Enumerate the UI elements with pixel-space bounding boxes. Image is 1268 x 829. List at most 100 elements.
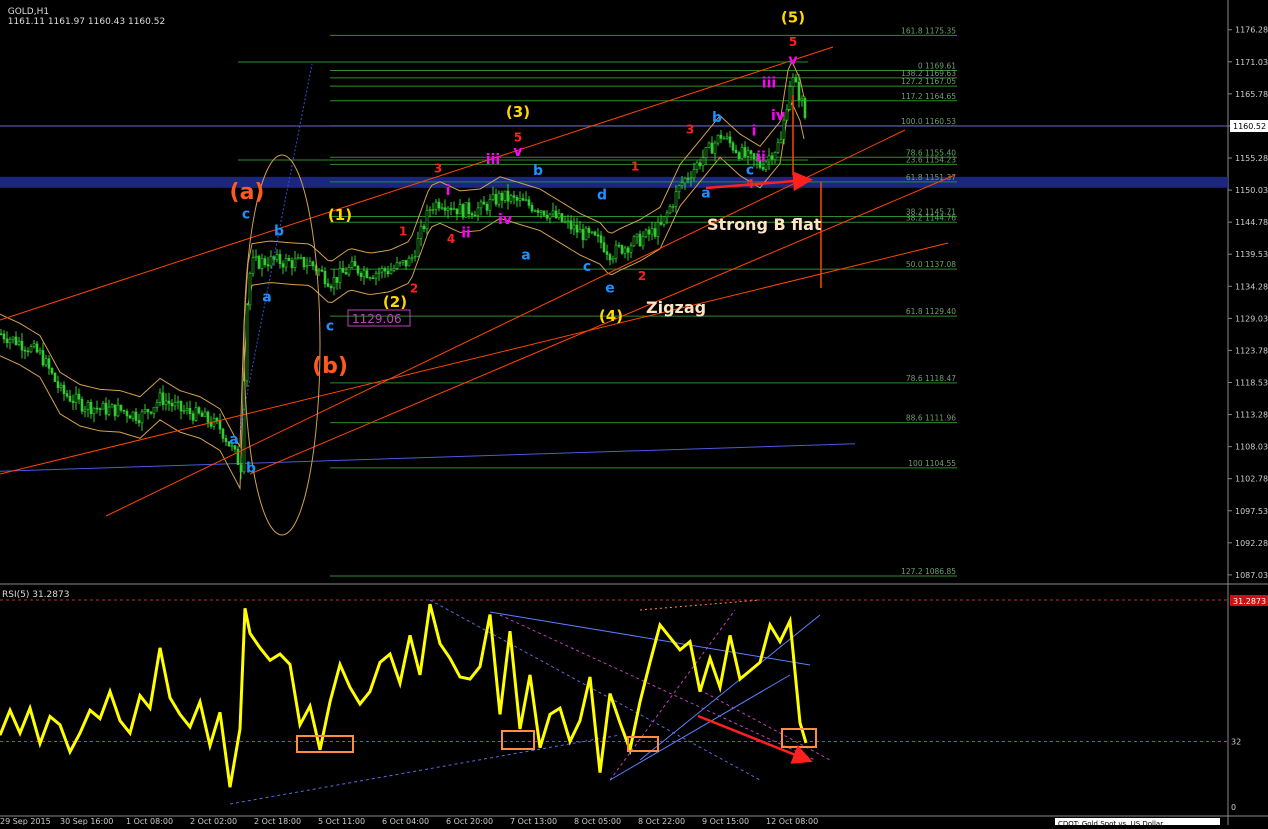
- candle-body: [146, 409, 150, 413]
- candle-body: [734, 149, 738, 153]
- candle-body: [254, 255, 258, 258]
- price-axis-ticks: 1176.28 1171.03 1165.78 1160.52 1155.28 1150.…: [1228, 26, 1268, 580]
- trading-chart[interactable]: 161.8 1175.35 0 1169.61 138.2 1169.63 127.2…: [0, 0, 1268, 828]
- price-tick-label: 1108.03: [1235, 443, 1268, 452]
- wave-label: v: [513, 144, 522, 160]
- candle-body: [188, 408, 192, 415]
- candle-body: [461, 204, 465, 218]
- support-line: [0, 443, 856, 472]
- candle-body: [572, 224, 576, 230]
- chart-canvas[interactable]: 161.8 1175.350 1169.61138.2 1169.63127.2…: [0, 0, 1268, 828]
- price-tick-label: 1144.78: [1235, 218, 1268, 227]
- wave-label: ii: [461, 225, 471, 241]
- candle-body: [356, 265, 360, 274]
- candle-body: [152, 406, 156, 414]
- candle-body: [500, 192, 504, 201]
- candle-body: [503, 190, 507, 201]
- candle-body: [398, 261, 402, 264]
- candle-body: [458, 204, 462, 215]
- candle-body: [125, 410, 129, 417]
- price-tick-label: 1113.28: [1235, 411, 1268, 420]
- candle-body: [164, 400, 168, 406]
- candle-body: [527, 199, 531, 206]
- candle-body: [584, 227, 588, 241]
- candle-body: [587, 227, 591, 233]
- fib-label: 23.6 1154.23: [906, 155, 956, 164]
- candle-body: [317, 269, 321, 272]
- price-tick-label: 1139.53: [1235, 250, 1268, 259]
- price-tick-label: 1123.78: [1235, 346, 1268, 355]
- candle-body: [404, 260, 408, 267]
- candle-body: [575, 224, 579, 233]
- time-tick-label: 5 Oct 11:00: [318, 817, 365, 825]
- candle-body: [656, 222, 660, 237]
- wave-label: c: [326, 319, 334, 335]
- candle-body: [524, 199, 528, 202]
- candle-body: [335, 276, 339, 283]
- rsi-line: [0, 603, 808, 788]
- candle-body: [239, 464, 243, 473]
- price-tick-label: 1171.03: [1235, 58, 1268, 67]
- candle-body: [464, 202, 468, 218]
- rsi-zero-label: 0: [1231, 803, 1236, 812]
- candle-body: [35, 343, 39, 353]
- candle-body: [116, 404, 120, 417]
- candle-body: [470, 213, 474, 216]
- candle-body: [713, 142, 717, 154]
- candle-body: [269, 255, 273, 267]
- candle-body: [53, 372, 57, 382]
- candle-body: [128, 415, 132, 419]
- price-tick-label: 1087.03: [1235, 571, 1268, 580]
- candle-body: [71, 400, 75, 403]
- time-tick-label: 6 Oct 04:00: [382, 817, 429, 825]
- candle-body: [29, 346, 33, 353]
- wave-label: (5): [781, 8, 805, 26]
- time-tick-label: 7 Oct 13:00: [510, 817, 557, 825]
- candle-body: [434, 201, 438, 210]
- rsi-trendlines: [229, 599, 831, 805]
- upper-band: [0, 60, 805, 449]
- candle-body: [695, 162, 699, 170]
- time-tick-label: 6 Oct 20:00: [446, 817, 493, 825]
- candle-body: [182, 409, 186, 412]
- candle-body: [359, 272, 363, 278]
- candle-body: [443, 207, 447, 211]
- candle-body: [716, 134, 720, 144]
- candle-body: [566, 220, 570, 223]
- candle-body: [308, 261, 312, 266]
- wave-label: b: [246, 460, 256, 476]
- candle-body: [413, 256, 417, 259]
- candle-body: [512, 195, 516, 198]
- candle-body: [17, 340, 21, 345]
- price-tick-label: 1118.53: [1235, 378, 1268, 387]
- candle-body: [353, 261, 357, 267]
- candle-body: [632, 236, 636, 247]
- price-tick-label: 1092.28: [1235, 539, 1268, 548]
- candle-body: [47, 358, 51, 369]
- candle-body: [419, 225, 423, 239]
- candle-body: [773, 152, 777, 160]
- channel-lines: [0, 46, 956, 517]
- candle-body: [506, 190, 510, 202]
- time-axis: 29 Sep 2015 30 Sep 16:00 1 Oct 08:00 2 Oct …: [0, 817, 818, 826]
- rsi-trendline: [429, 599, 761, 781]
- candle-body: [275, 253, 279, 260]
- candle-body: [407, 257, 411, 267]
- time-tick-label: 30 Sep 16:00: [60, 817, 113, 825]
- candle-body: [431, 209, 435, 211]
- candle-body: [545, 214, 549, 219]
- fib-label: 100.0 1160.53: [901, 117, 956, 126]
- candle-body: [101, 402, 105, 410]
- wave-ellipse: [243, 154, 321, 536]
- candle-body: [302, 256, 306, 268]
- wave-label: b: [533, 163, 543, 179]
- candle-body: [8, 338, 12, 344]
- candle-body: [62, 384, 66, 395]
- candle-body: [344, 272, 348, 275]
- candle-body: [614, 244, 618, 259]
- candle-body: [749, 150, 753, 154]
- rsi-trendline: [609, 609, 736, 781]
- candle-body: [638, 233, 642, 247]
- symbol-label: GOLD,H1: [7, 7, 50, 17]
- candle-body: [428, 209, 432, 211]
